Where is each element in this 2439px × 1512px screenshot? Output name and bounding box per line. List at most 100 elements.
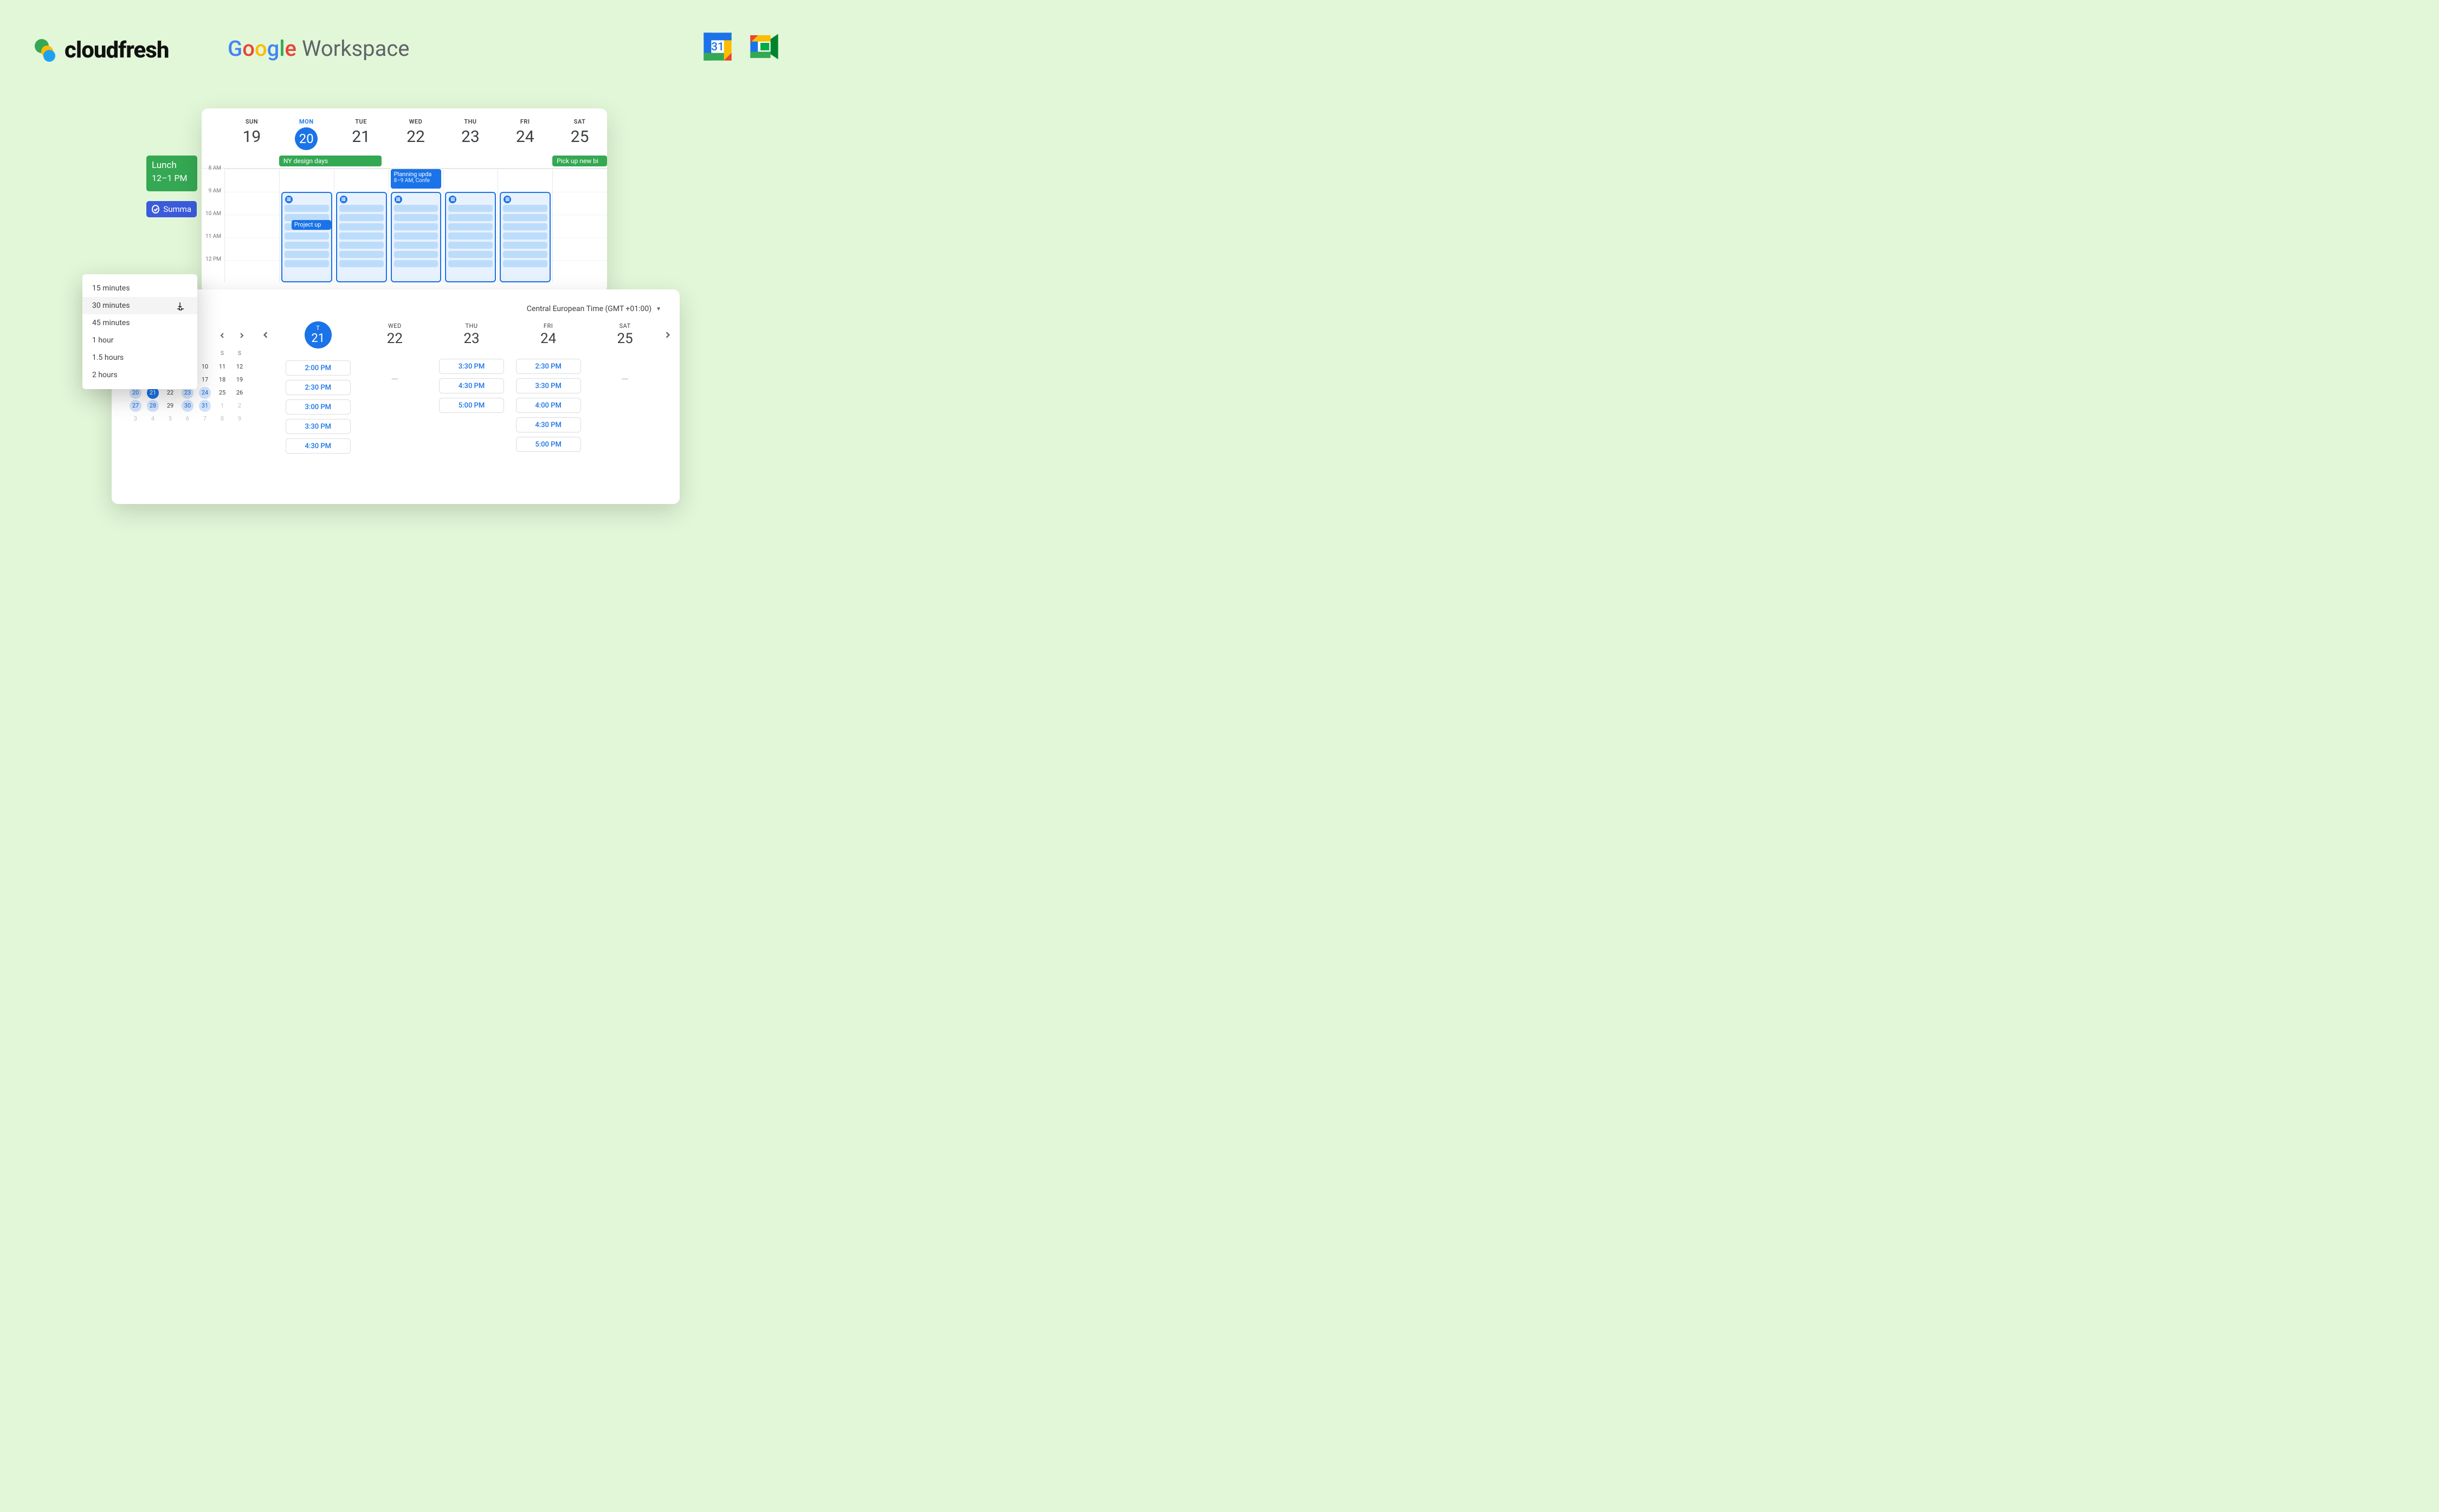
mini-cal-day[interactable]: 28 — [144, 399, 162, 412]
mini-cal-day[interactable]: 2 — [231, 399, 248, 412]
slot-day-number: 24 — [510, 331, 587, 347]
hour-label: 10 AM — [202, 211, 224, 234]
slot-day-abbr: SAT — [586, 322, 663, 329]
workspace-wordmark: Workspace — [302, 36, 410, 61]
time-slot-button[interactable]: 3:30 PM — [516, 378, 581, 393]
week-day-header[interactable]: TUE21 — [334, 118, 389, 150]
mini-cal-day[interactable]: 7 — [196, 412, 214, 425]
duration-option[interactable]: 30 minutes — [82, 297, 197, 314]
week-day-header[interactable]: SUN 19 — [224, 118, 279, 150]
time-slot-button[interactable]: 4:30 PM — [516, 417, 581, 432]
duration-option[interactable]: 45 minutes — [82, 314, 197, 332]
no-slots-indicator: — — [391, 374, 398, 385]
week-day-abbr: SUN — [224, 118, 279, 125]
time-slot-button[interactable]: 4:30 PM — [439, 378, 504, 393]
week-day-header[interactable]: SAT25 — [552, 118, 607, 150]
time-slot-button[interactable]: 4:30 PM — [286, 438, 351, 454]
slots-next-button[interactable] — [664, 330, 678, 343]
mini-cal-day[interactable]: 26 — [231, 386, 248, 399]
week-grid-column[interactable]: ▦ — [334, 169, 389, 282]
week-day-number: 19 — [224, 127, 279, 146]
week-day-number: 21 — [334, 127, 389, 146]
planning-update-event[interactable]: Planning upda8–9 AM, Confe — [391, 169, 442, 189]
mini-cal-day[interactable]: 31 — [196, 399, 214, 412]
mini-cal-prev-button[interactable] — [216, 329, 229, 342]
time-slot-button[interactable]: 2:30 PM — [286, 380, 351, 395]
time-slot-button[interactable]: 2:00 PM — [286, 360, 351, 376]
chevron-left-icon — [262, 332, 269, 338]
hour-label: 9 AM — [202, 188, 224, 211]
time-slot-button[interactable]: 3:00 PM — [286, 399, 351, 415]
meeting-summary-chip[interactable]: Summa — [146, 201, 197, 217]
mini-cal-dow: S — [214, 347, 231, 360]
slot-day-column: SAT25— — [586, 322, 663, 454]
lunch-event[interactable]: Lunch 12–1 PM — [146, 156, 197, 191]
mini-cal-day[interactable]: 19 — [231, 373, 248, 386]
appointment-grid-icon: ▦ — [395, 196, 402, 203]
week-grid-column[interactable] — [552, 169, 607, 282]
mini-cal-dow: S — [231, 347, 248, 360]
mini-cal-day[interactable]: 17 — [196, 373, 214, 386]
bookable-availability-block[interactable]: ▦ — [445, 192, 496, 282]
mini-cal-day[interactable]: 8 — [214, 412, 231, 425]
mini-cal-day[interactable]: 25 — [214, 386, 231, 399]
mini-cal-day[interactable]: 30 — [179, 399, 196, 412]
time-slot-button[interactable]: 4:00 PM — [516, 398, 581, 413]
mini-cal-day[interactable]: 10 — [196, 360, 214, 373]
time-slot-button[interactable]: 2:30 PM — [516, 359, 581, 374]
week-day-abbr: SAT — [552, 118, 607, 125]
appointment-grid-icon: ▦ — [504, 196, 511, 203]
mini-cal-day[interactable]: 24 — [196, 386, 214, 399]
bookable-availability-block[interactable]: ▦ — [336, 192, 387, 282]
week-day-header[interactable]: WED22 — [389, 118, 443, 150]
no-slots-indicator: — — [621, 374, 629, 385]
mini-cal-day[interactable]: 6 — [179, 412, 196, 425]
duration-option[interactable]: 15 minutes — [82, 280, 197, 297]
chevron-down-icon: ▼ — [656, 306, 661, 312]
duration-option[interactable]: 1.5 hours — [82, 349, 197, 366]
week-day-header[interactable]: MON20 — [279, 118, 334, 150]
week-grid-column[interactable]: ▦ Planning upda8–9 AM, Confe — [389, 169, 443, 282]
mini-cal-day[interactable]: 5 — [162, 412, 179, 425]
mini-cal-day[interactable]: 11 — [214, 360, 231, 373]
mini-cal-day[interactable]: 29 — [162, 399, 179, 412]
event-time: 12–1 PM — [152, 173, 192, 183]
mini-cal-day[interactable]: 1 — [214, 399, 231, 412]
mini-cal-day[interactable]: 3 — [127, 412, 144, 425]
bookable-availability-block[interactable]: ▦ — [500, 192, 551, 282]
google-calendar-icon: 31 — [702, 31, 733, 62]
event-title: Lunch — [152, 160, 192, 171]
mini-cal-day[interactable]: 4 — [144, 412, 162, 425]
week-day-number: 20 — [295, 127, 318, 150]
week-grid-column[interactable] — [224, 169, 279, 282]
google-workspace-logo: Google Workspace — [228, 36, 410, 61]
timezone-label: Central European Time (GMT +01:00) — [527, 305, 651, 313]
mini-cal-day[interactable]: 27 — [127, 399, 144, 412]
time-slot-button[interactable]: 5:00 PM — [516, 437, 581, 452]
project-update-event[interactable]: Project up — [292, 220, 331, 230]
time-slot-button[interactable]: 3:30 PM — [286, 419, 351, 434]
slot-day-number: 22 — [357, 331, 434, 347]
week-day-number: 24 — [498, 127, 552, 146]
week-grid-column[interactable]: ▦ — [443, 169, 498, 282]
bookable-availability-block[interactable]: ▦ — [391, 192, 442, 282]
week-grid-column[interactable]: ▦Project up — [279, 169, 334, 282]
week-grid-column[interactable]: ▦ — [498, 169, 552, 282]
cloudfresh-mark-icon — [35, 39, 57, 62]
slots-prev-button[interactable] — [262, 330, 275, 343]
duration-option[interactable]: 2 hours — [82, 366, 197, 384]
mini-cal-day[interactable]: 18 — [214, 373, 231, 386]
mini-cal-day[interactable]: 9 — [231, 412, 248, 425]
week-day-header[interactable]: FRI24 — [498, 118, 552, 150]
week-day-header[interactable]: THU23 — [443, 118, 498, 150]
all-day-event-pickup[interactable]: Pick up new bi — [552, 156, 607, 166]
timezone-picker[interactable]: Central European Time (GMT +01:00) ▼ — [527, 305, 661, 313]
mini-cal-day[interactable]: 12 — [231, 360, 248, 373]
duration-option[interactable]: 1 hour — [82, 332, 197, 349]
bookable-availability-block[interactable]: ▦ — [281, 192, 332, 282]
all-day-event-ny-design[interactable]: NY design days — [279, 156, 382, 166]
time-slot-button[interactable]: 5:00 PM — [439, 398, 504, 413]
time-slot-button[interactable]: 3:30 PM — [439, 359, 504, 374]
google-meet-icon — [749, 31, 779, 62]
mini-cal-next-button[interactable] — [235, 329, 248, 342]
